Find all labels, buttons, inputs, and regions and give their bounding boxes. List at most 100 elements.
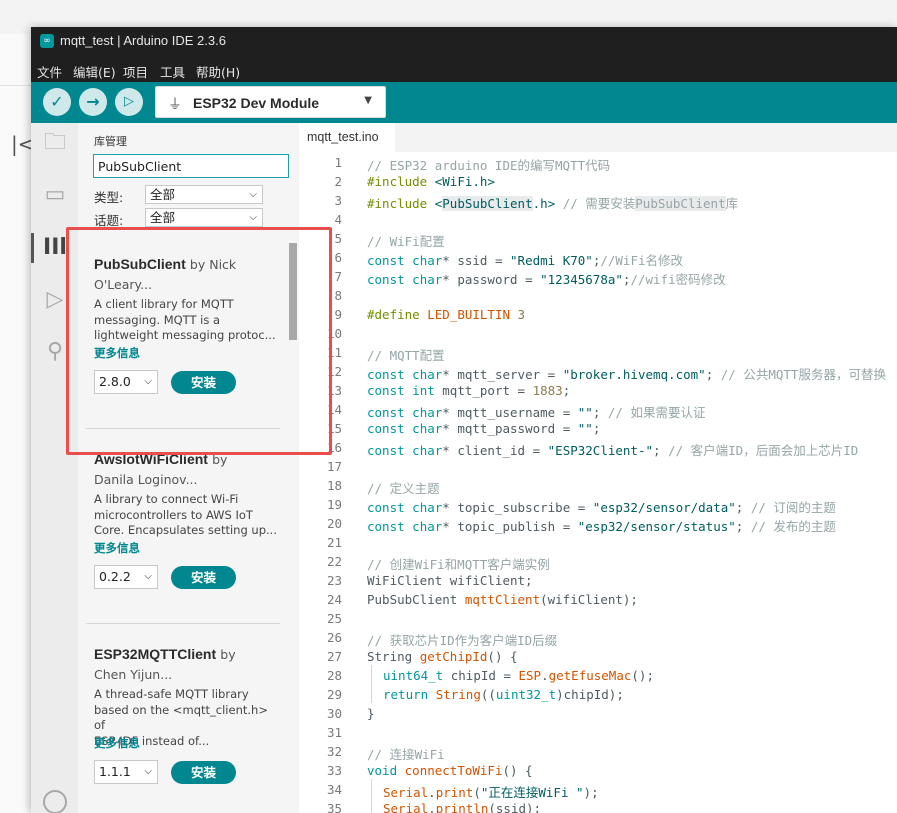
library-by: by (220, 647, 236, 662)
version-value: 1.1.1 (99, 764, 131, 779)
chevron-down-icon: ⌵ (249, 189, 257, 200)
code-token: // 定义主题 (367, 481, 440, 496)
folder-icon[interactable]: 🗀 (41, 129, 69, 157)
line-number: 24 (326, 592, 342, 607)
code-token: (( (480, 687, 496, 702)
background-divider (0, 85, 32, 86)
code-token: 库 (725, 196, 739, 211)
desc-line: A thread-safe MQTT library (94, 687, 249, 701)
line-number: 22 (326, 554, 342, 569)
type-filter-select[interactable]: 全部 ⌵ (145, 185, 263, 204)
code-area[interactable]: 1 // ESP32 arduino IDE的编写MQTT代码 2 #include … (299, 152, 897, 813)
code-token: Serial (383, 801, 429, 813)
indent-guide (371, 779, 372, 813)
code-token: // 订阅的主题 (750, 500, 836, 515)
line-number: 30 (326, 706, 342, 721)
code-token: uint32_t (495, 687, 557, 702)
code-token: ; (592, 421, 601, 436)
desc-line: based on the <mqtt_client.h> of (94, 702, 268, 733)
code-line: const char* mqtt_server = "broker.hivemq… (367, 364, 886, 383)
code-token: #define (367, 307, 420, 322)
code-line: const char* topic_subscribe = "esp32/sen… (367, 497, 836, 516)
more-info-link[interactable]: 更多信息 (94, 735, 140, 751)
chevron-down-icon: ⌵ (144, 766, 152, 777)
code-token: #include (367, 196, 428, 211)
menu-edit[interactable]: 编辑(E) (73, 62, 116, 81)
code-token: } (367, 706, 375, 721)
code-token: () { (487, 649, 518, 664)
code-token: const (367, 383, 405, 398)
code-token: * client_id = (442, 443, 548, 458)
code-token: * topic_subscribe = (442, 500, 593, 515)
upload-button[interactable]: → (79, 88, 107, 116)
code-token: PubSubClient (442, 196, 533, 211)
menu-tools[interactable]: 工具 (160, 62, 185, 81)
code-token: char (404, 253, 443, 268)
code-line: // 连接WiFi (367, 744, 445, 763)
menu-help[interactable]: 帮助(H) (196, 62, 240, 81)
desc-line: A library to connect Wi-Fi (94, 492, 239, 506)
version-select[interactable]: 0.2.2 ⌵ (94, 565, 158, 589)
code-token: const (367, 367, 405, 382)
line-number: 34 (326, 782, 342, 797)
code-token: print (435, 785, 474, 800)
code-token: LED_BUILTIN (419, 307, 510, 322)
more-info-link[interactable]: 更多信息 (94, 540, 140, 556)
menu-file[interactable]: 文件 (37, 62, 62, 81)
board-manager-icon[interactable]: ▭ (41, 181, 69, 209)
code-token: "12345678a" (540, 272, 623, 287)
code-token: 1883 (532, 383, 563, 398)
code-token: ( (473, 785, 481, 800)
board-selector[interactable]: ⏚ ESP32 Dev Module ▼ (155, 86, 386, 118)
code-token: getEfuseMac (548, 668, 632, 683)
library-manager-title: 库管理 (94, 135, 127, 148)
topic-filter-select[interactable]: 全部 ⌵ (145, 208, 263, 227)
code-line: #include <WiFi.h> (367, 174, 495, 189)
code-line: Serial.println(ssid); (383, 801, 541, 813)
code-token: . (428, 785, 436, 800)
editor-tab-bar: mqtt_test.ino (299, 123, 897, 152)
code-token: const (367, 500, 405, 515)
code-line: uint64_t chipId = ESP.getEfuseMac(); (383, 668, 654, 683)
code-line: #include <PubSubClient.h> // 需要安装PubSubC… (367, 193, 738, 212)
code-token: // 需要安装 (555, 196, 636, 211)
code-line: // 定义主题 (367, 478, 440, 497)
code-token: mqtt_port = (434, 383, 533, 398)
code-token: PubSubClient (367, 592, 465, 607)
code-token: void (367, 763, 398, 778)
code-token: < (427, 196, 443, 211)
library-name: ESP32MQTTClient (94, 646, 217, 662)
code-token: char (404, 367, 443, 382)
debug-button[interactable]: ▷ (115, 88, 143, 116)
library-search-input[interactable] (93, 154, 289, 178)
code-token: #include (367, 174, 428, 189)
code-token: char (404, 443, 443, 458)
code-editor: mqtt_test.ino 1 // ESP32 arduino IDE的编写MQ… (299, 123, 897, 813)
version-select[interactable]: 1.1.1 ⌵ (94, 760, 158, 784)
code-token: (ssid); (488, 801, 542, 813)
chevron-down-icon: ⌵ (249, 212, 257, 223)
install-button[interactable]: 安装 (171, 761, 236, 784)
code-line: const char* topic_publish = "esp32/senso… (367, 516, 836, 535)
install-button[interactable]: 安装 (171, 566, 236, 589)
code-token: // 客户端ID，后面会加上芯片ID (668, 443, 859, 458)
line-number: 29 (326, 687, 342, 702)
code-line: // 创建WiFi和MQTT客户端实例 (367, 554, 550, 573)
desc-line: microcontrollers to AWS IoT (94, 507, 253, 522)
code-token: // MQTT配置 (367, 348, 445, 363)
tab-mqtt-test[interactable]: mqtt_test.ino (299, 123, 395, 152)
line-number: 20 (326, 516, 342, 531)
code-token: char (404, 519, 443, 534)
menu-sketch[interactable]: 项目 (123, 62, 148, 81)
code-line: // ESP32 arduino IDE的编写MQTT代码 (367, 155, 610, 174)
code-token: ; (705, 367, 721, 382)
code-token: . (541, 668, 549, 683)
verify-button[interactable]: ✓ (43, 88, 71, 116)
code-line: const char* client_id = "ESP32Client-"; … (367, 440, 858, 459)
user-icon[interactable] (43, 790, 67, 813)
code-line: Serial.print("正在连接WiFi "); (383, 782, 599, 801)
search-icon[interactable]: ⚲ (41, 338, 69, 366)
debug-icon[interactable]: ▷ (41, 286, 69, 314)
code-token: char (404, 421, 443, 436)
library-manager-icon[interactable]: IIl (41, 234, 69, 262)
